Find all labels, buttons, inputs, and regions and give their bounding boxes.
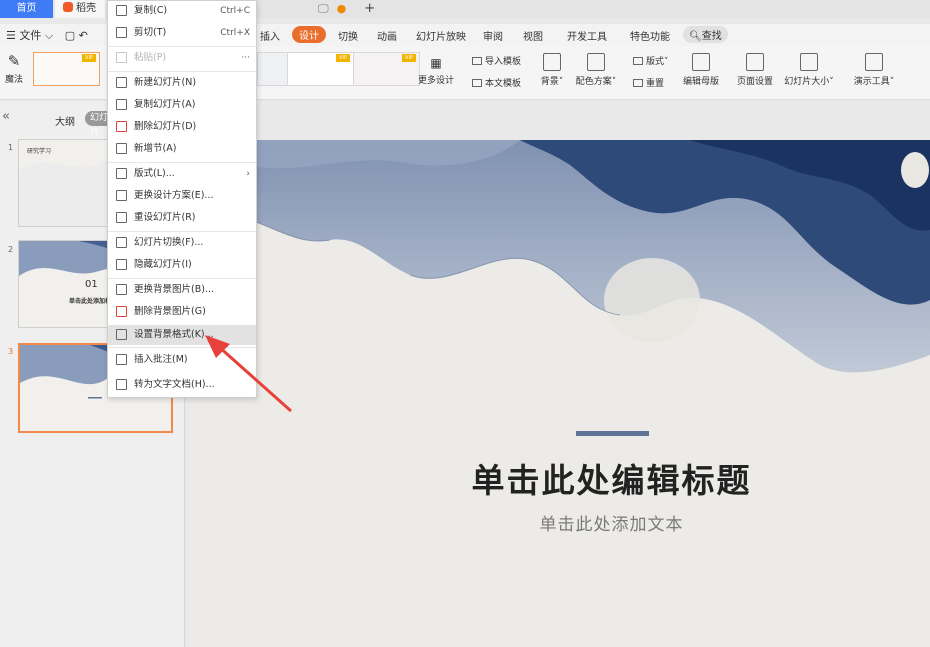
- wps-presentation-window: 首页 稻壳 🖵 ● + ☰ 文件 ⌵ ▢ ↶ 插入 设计 切换 动画 幻灯片放映 审…: [0, 0, 930, 647]
- annotation-arrow: [205, 335, 292, 413]
